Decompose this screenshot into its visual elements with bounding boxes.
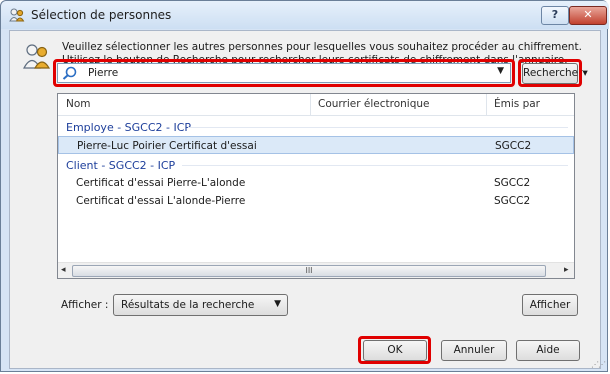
results-list[interactable]: Nom Courrier électronique Émis par Emplo…	[57, 93, 575, 279]
group-header[interactable]: Client - SGCC2 - ICP	[58, 156, 574, 174]
column-header-email[interactable]: Courrier électronique	[318, 98, 429, 110]
list-header: Nom Courrier électronique Émis par	[58, 94, 574, 116]
title-bar: Sélection de personnes ? ✕	[1, 1, 609, 29]
window-title: Sélection de personnes	[31, 8, 172, 22]
search-button-highlight	[518, 59, 582, 87]
cell-issuer: SGCC2	[495, 140, 532, 152]
people-icon	[9, 8, 25, 22]
column-header-issuer[interactable]: Émis par	[494, 98, 540, 110]
cell-name: Certificat d'essai L'alonde-Pierre	[76, 195, 246, 207]
ok-button-highlight	[358, 336, 431, 364]
table-row[interactable]: Pierre-Luc Poirier Certificat d'essai SG…	[58, 136, 574, 154]
table-row[interactable]: Certificat d'essai Pierre-L'alonde SGCC2	[58, 174, 574, 192]
chevron-down-icon: ▾	[582, 67, 588, 79]
search-highlight	[53, 59, 515, 87]
cell-name: Pierre-Luc Poirier Certificat d'essai	[77, 140, 257, 152]
cell-issuer: SGCC2	[494, 195, 531, 207]
cell-issuer: SGCC2	[494, 177, 531, 189]
chevron-down-icon: ▼	[274, 299, 281, 309]
scrollbar-thumb[interactable]: III	[72, 265, 546, 277]
help-button[interactable]: ?	[541, 6, 569, 25]
scroll-left-icon[interactable]: ◂	[61, 265, 66, 275]
group-header[interactable]: Employe - SGCC2 - ICP	[58, 118, 574, 136]
close-button[interactable]: ✕	[569, 6, 607, 25]
show-select[interactable]: Résultats de la recherche ▼	[113, 294, 288, 316]
column-header-name[interactable]: Nom	[66, 98, 91, 110]
show-label: Afficher :	[61, 299, 109, 311]
cell-name: Certificat d'essai Pierre-L'alonde	[76, 177, 246, 189]
scroll-right-icon[interactable]: ▸	[564, 265, 569, 275]
help-dialog-button[interactable]: Aide	[516, 340, 580, 361]
people-icon	[22, 44, 51, 69]
horizontal-scrollbar[interactable]: ◂ III ▸	[58, 262, 574, 278]
resize-grip[interactable]: ⋰⋰	[591, 360, 606, 369]
show-select-value: Résultats de la recherche	[121, 299, 255, 311]
dialog-window: Sélection de personnes ? ✕ Veuillez séle…	[0, 0, 609, 372]
grip-icon: III	[305, 266, 313, 275]
cancel-button[interactable]: Annuler	[441, 340, 507, 361]
table-row[interactable]: Certificat d'essai L'alonde-Pierre SGCC2	[58, 192, 574, 210]
show-button[interactable]: Afficher	[522, 294, 578, 316]
